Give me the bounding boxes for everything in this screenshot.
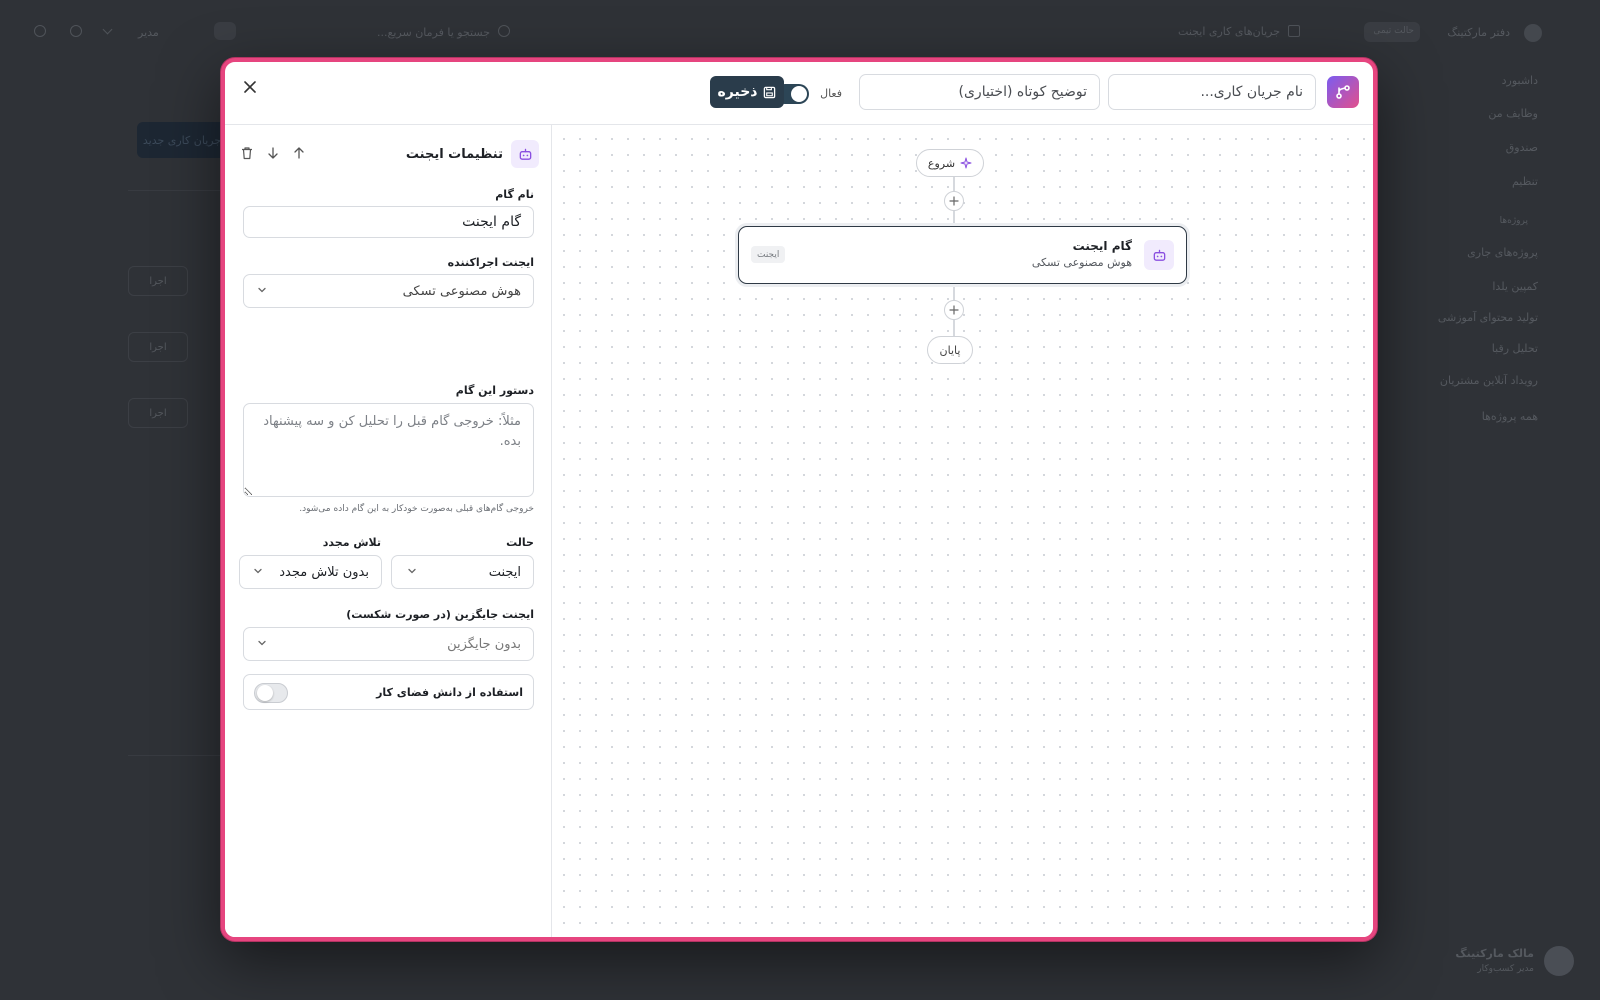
- close-button[interactable]: [239, 76, 261, 98]
- toggle-knob: [257, 685, 273, 701]
- retry-value: بدون تلاش مجدد: [279, 564, 369, 580]
- save-label: ذخیره: [717, 84, 758, 100]
- mode-select[interactable]: ایجنت: [391, 555, 534, 589]
- executor-select[interactable]: هوش مصنوعی تسکی: [243, 274, 534, 308]
- sidebar-item[interactable]: داشبورد: [1502, 74, 1538, 87]
- delete-step-button[interactable]: [239, 145, 255, 161]
- instruction-label: دستور این گام: [455, 384, 534, 397]
- fallback-select[interactable]: بدون جایگزین: [243, 627, 534, 661]
- mode-value: ایجنت: [488, 564, 521, 580]
- chevron-down-icon: [254, 568, 262, 574]
- chevron-down-icon: [408, 568, 416, 574]
- bell-icon: [70, 25, 82, 37]
- retry-label: تلاش مجدد: [322, 536, 381, 549]
- topbar-user: مدیر: [138, 26, 159, 39]
- knowledge-toggle[interactable]: [254, 683, 288, 703]
- sidebar-section: پروژه‌ها: [1499, 216, 1528, 226]
- step-name-label: نام گام: [495, 188, 534, 201]
- step-title: گام ایجنت: [1072, 239, 1132, 253]
- workflow-canvas[interactable]: شروع گام ایجنت هوش مصنوعی تسکی ایجنت پای…: [552, 125, 1373, 937]
- chevron-down-icon: [258, 640, 266, 646]
- fallback-value: بدون جایگزین: [447, 636, 521, 652]
- start-label: شروع: [927, 156, 956, 170]
- move-up-button[interactable]: [291, 145, 307, 161]
- trash-icon: [242, 147, 252, 160]
- user-name: مالک مارکتینگ: [1455, 947, 1534, 960]
- sidebar-item[interactable]: کمپین یلدا: [1492, 280, 1538, 293]
- layout-icon: [1288, 25, 1300, 37]
- sidebar-item[interactable]: تولید محتوای آموزشی: [1438, 311, 1538, 324]
- run-button[interactable]: اجرا: [128, 266, 188, 296]
- sparkle-icon: [34, 25, 46, 37]
- background-topbar: دفتر مارکتینگ حالت تیمی جریان‌های کاری ا…: [0, 0, 1600, 64]
- knowledge-label: استفاده از دانش فضای کار: [376, 685, 523, 699]
- search-placeholder: جستجو یا فرمان سریع...: [377, 26, 490, 39]
- active-label: فعال: [820, 87, 842, 100]
- panel-header: تنظیمات ایجنت: [406, 140, 539, 168]
- step-type-badge: ایجنت: [751, 246, 786, 263]
- new-workflow-button[interactable]: جریان کاری جدید: [137, 122, 227, 158]
- save-icon: [764, 86, 776, 98]
- step-name-value: گام ایجنت: [462, 214, 521, 230]
- workspace-badge-label: حالت تیمی: [1373, 26, 1414, 36]
- content-divider: [128, 755, 223, 756]
- plus-icon: [949, 196, 959, 206]
- instruction-helper: خروجی گام‌های قبلی به‌صورت خودکار به این…: [299, 504, 534, 514]
- workflow-name-input[interactable]: [1108, 74, 1316, 110]
- arrow-up-icon: [294, 147, 304, 159]
- start-node: شروع: [916, 149, 984, 177]
- workflow-editor-modal: فعال ذخیره تنظیمات ایجنت نام گام گام ایج…: [221, 58, 1377, 941]
- shortcut-badge: [214, 22, 236, 40]
- content-divider: [128, 190, 223, 191]
- sidebar-item[interactable]: رویداد آنلاین مشتریان: [1440, 374, 1538, 387]
- robot-icon: [1144, 240, 1174, 270]
- run-button[interactable]: اجرا: [128, 398, 188, 428]
- search-icon: [498, 25, 510, 37]
- sidebar-item[interactable]: پروژه‌های جاری: [1467, 246, 1538, 259]
- user-role: مدیر کسب‌وکار: [1477, 964, 1534, 974]
- agent-step-card[interactable]: گام ایجنت هوش مصنوعی تسکی ایجنت: [738, 226, 1187, 284]
- chevron-down-icon: [258, 287, 266, 293]
- agent-settings-panel: تنظیمات ایجنت نام گام گام ایجنت ایجنت اج…: [225, 125, 552, 937]
- step-name-input[interactable]: گام ایجنت: [243, 206, 534, 238]
- executor-value: هوش مصنوعی تسکی: [402, 283, 521, 299]
- end-label: پایان: [939, 343, 961, 357]
- topbar-title: جریان‌های کاری ایجنت: [1178, 25, 1280, 38]
- instruction-textarea[interactable]: [243, 403, 534, 497]
- workspace-avatar: [1524, 24, 1542, 42]
- plus-icon: [949, 305, 959, 315]
- workspace-name: دفتر مارکتینگ: [1447, 26, 1510, 39]
- mode-label: حالت: [506, 536, 534, 549]
- retry-select[interactable]: بدون تلاش مجدد: [239, 555, 382, 589]
- user-avatar[interactable]: [1544, 946, 1574, 976]
- knowledge-row: استفاده از دانش فضای کار: [243, 674, 534, 710]
- move-down-button[interactable]: [265, 145, 281, 161]
- add-step-button[interactable]: [944, 191, 964, 211]
- robot-icon: [511, 140, 539, 168]
- sidebar-item[interactable]: همه پروژه‌ها: [1482, 410, 1538, 423]
- toggle-knob: [791, 86, 807, 102]
- sidebar-item[interactable]: صندوق: [1506, 141, 1538, 154]
- chevron-down-icon: [102, 24, 113, 35]
- sidebar-item[interactable]: وظایف من: [1488, 107, 1538, 120]
- add-step-button[interactable]: [944, 300, 964, 320]
- arrow-down-icon: [268, 147, 278, 159]
- run-button[interactable]: اجرا: [128, 332, 188, 362]
- executor-label: ایجنت اجراکننده: [447, 256, 534, 269]
- step-subtitle: هوش مصنوعی تسکی: [1031, 256, 1132, 269]
- end-node: پایان: [927, 336, 973, 364]
- sidebar-item[interactable]: تنظیم: [1512, 175, 1538, 188]
- close-icon: [244, 81, 256, 93]
- modal-header: فعال ذخیره: [225, 62, 1373, 125]
- workflow-brand-icon: [1327, 76, 1359, 108]
- fallback-label: ایجنت جایگزین (در صورت شکست): [346, 608, 534, 621]
- workflow-description-input[interactable]: [859, 74, 1100, 110]
- save-button[interactable]: ذخیره: [710, 76, 784, 108]
- panel-title: تنظیمات ایجنت: [405, 146, 503, 162]
- sparkle-icon: [960, 157, 972, 169]
- sidebar-item[interactable]: تحلیل رقبا: [1492, 342, 1538, 355]
- panel-actions: [239, 145, 307, 161]
